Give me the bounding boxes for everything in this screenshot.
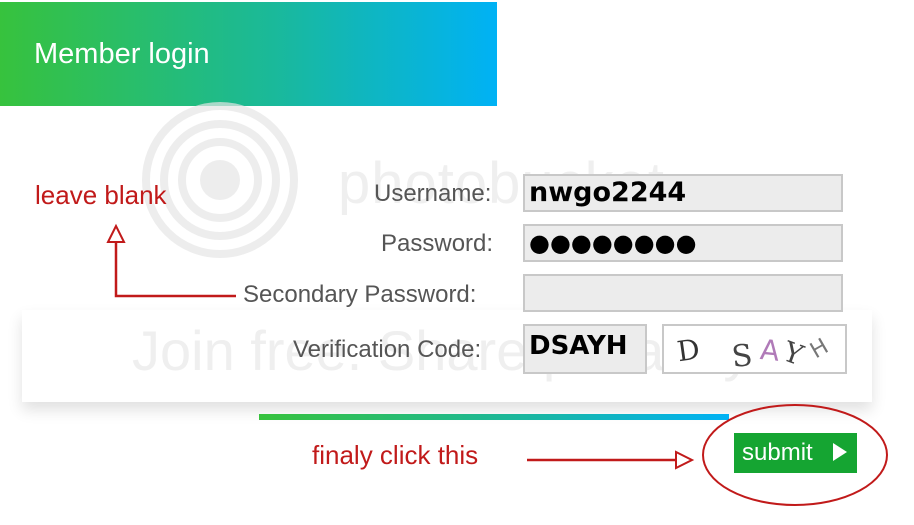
submit-button-label: submit [742,439,813,466]
header-banner: Member login [0,2,497,106]
svg-text:H: H [806,334,833,364]
secondary-password-field[interactable] [523,274,843,312]
password-field[interactable]: ●●●●●●●● [523,224,843,262]
svg-text:D: D [675,332,702,368]
username-label: Username: [374,180,492,207]
secondary-password-label: Secondary Password: [243,281,477,308]
divider-bar [259,414,729,420]
password-label: Password: [381,230,494,257]
svg-text:A: A [759,333,782,368]
svg-text:Y: Y [778,335,808,372]
verification-code-label: Verification Code: [293,336,482,363]
final-click-arrow-head [675,450,695,470]
captcha-glyphs: D S A Y H [675,332,833,374]
username-field[interactable]: nwgo2244 [523,174,843,212]
svg-text:S: S [730,338,754,372]
verification-code-field[interactable]: DSAYH [523,324,647,374]
play-arrow-icon [833,443,847,461]
annotation-leave-blank: leave blank [35,180,167,210]
page-title: Member login [34,38,210,70]
captcha-image: D S A Y H [662,324,847,375]
annotation-final-click: finaly click this [312,440,479,470]
submit-button[interactable]: submit [734,433,857,473]
leave-blank-arrow-head [106,223,126,243]
